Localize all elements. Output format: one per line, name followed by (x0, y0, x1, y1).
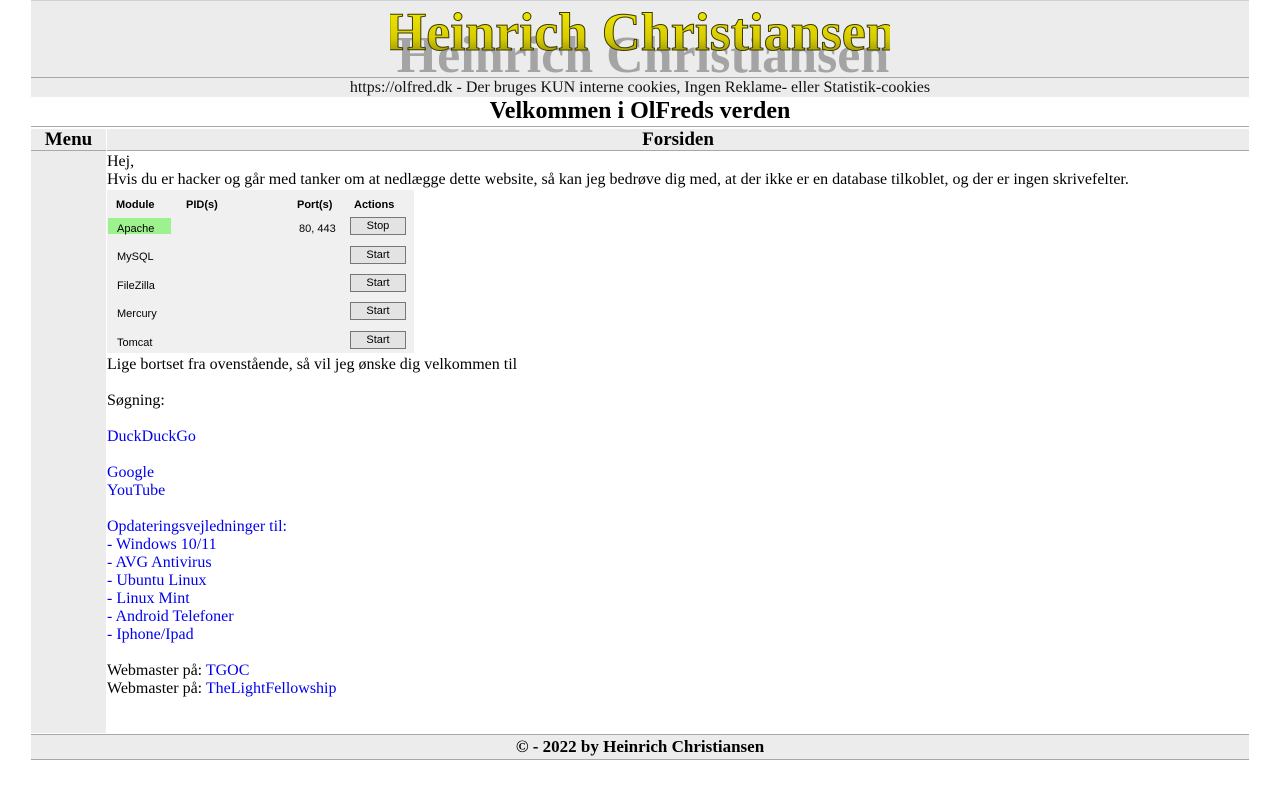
link-tgoc[interactable]: TGOC (206, 662, 250, 679)
xampp-header-ports: Port(s) (297, 199, 333, 211)
link-iphone[interactable]: - Iphone/Ipad (107, 626, 194, 643)
content-title: Forsiden (107, 129, 1249, 151)
link-thelightfellowship[interactable]: TheLightFellowship (206, 680, 337, 697)
xampp-module-apache: Apache (117, 223, 155, 235)
logo-text: Heinrich Christiansen (390, 4, 890, 62)
footer-copyright: © - 2022 by Heinrich Christiansen (31, 734, 1249, 760)
xampp-header-module: Module (116, 199, 155, 211)
webmaster-line-2: Webmaster på: TheLightFellowship (107, 680, 1249, 698)
sidebar-menu: Menu (31, 129, 106, 733)
header-logo-bar: Heinrich Christiansen Heinrich Christian… (31, 0, 1249, 78)
xampp-ports-apache: 80, 443 (299, 223, 336, 235)
xampp-header-actions: Actions (354, 199, 395, 211)
apache-stop-button: Stop (350, 217, 406, 235)
xampp-module-mysql: MySQL (117, 251, 154, 263)
webmaster-label: Webmaster på: (107, 662, 203, 679)
link-avg[interactable]: - AVG Antivirus (107, 554, 212, 571)
link-linux-mint[interactable]: - Linux Mint (107, 590, 190, 607)
main-area: Menu Forsiden Hej, Hvis du er hacker og … (31, 127, 1249, 733)
page-wrapper: Heinrich Christiansen Heinrich Christian… (31, 0, 1249, 733)
webmaster-line-1: Webmaster på: TGOC (107, 662, 1249, 680)
mercury-start-button: Start (350, 302, 406, 320)
xampp-module-tomcat: Tomcat (117, 337, 153, 349)
menu-title: Menu (31, 129, 106, 151)
search-label: Søgning: (107, 392, 165, 409)
link-duckduckgo[interactable]: DuckDuckGo (107, 428, 196, 445)
link-youtube[interactable]: YouTube (107, 482, 165, 499)
link-android[interactable]: - Android Telefoner (107, 608, 234, 625)
xampp-screenshot: Module PID(s) Port(s) Actions Apache 80,… (107, 190, 414, 353)
site-logo: Heinrich Christiansen Heinrich Christian… (390, 4, 890, 74)
content-panel: Forsiden Hej, Hvis du er hacker og går m… (107, 129, 1249, 733)
welcome-heading: Velkommen i OlFreds verden (31, 97, 1249, 127)
greeting-text: Hej, (107, 153, 135, 170)
cookie-notice: https://olfred.dk - Der bruges KUN inter… (31, 78, 1249, 97)
hacker-text: Hvis du er hacker og går med tanker om a… (107, 171, 1129, 188)
webmaster-label: Webmaster på: (107, 680, 203, 697)
mysql-start-button: Start (350, 246, 406, 264)
link-windows[interactable]: - Windows 10/11 (107, 536, 217, 553)
tomcat-start-button: Start (350, 331, 406, 349)
xampp-header-pids: PID(s) (186, 199, 218, 211)
content-body: Hej, Hvis du er hacker og går med tanker… (107, 151, 1249, 698)
xampp-module-mercury: Mercury (117, 308, 157, 320)
welcome-line: Lige bortset fra ovenstående, så vil jeg… (107, 356, 518, 373)
link-google[interactable]: Google (107, 464, 154, 481)
filezilla-start-button: Start (350, 274, 406, 292)
link-updates-heading[interactable]: Opdateringsvejledninger til: (107, 518, 287, 535)
xampp-module-filezilla: FileZilla (117, 280, 155, 292)
link-ubuntu[interactable]: - Ubuntu Linux (107, 572, 207, 589)
